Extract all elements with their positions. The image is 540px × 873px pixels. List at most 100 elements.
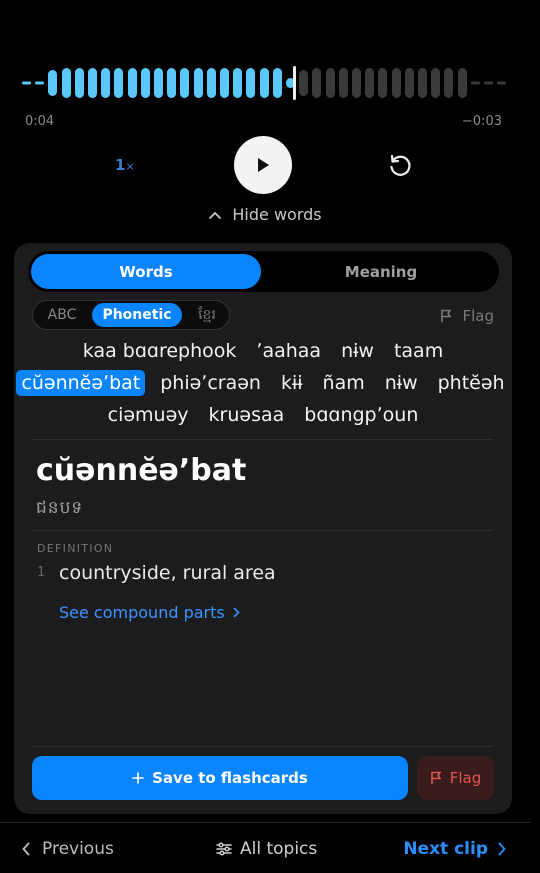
word-token[interactable]: ʼaahaa <box>251 338 326 364</box>
word-token[interactable]: ñam <box>318 370 370 396</box>
selected-word-title: cŭənnĕəʼbat <box>36 453 247 488</box>
hide-words-toggle[interactable]: Hide words <box>0 205 530 224</box>
sentence-line: cŭənnĕəʼbat phiəʼcraən kɨɨ ñam nɨw phtĕəh <box>16 367 505 399</box>
chevron-right-icon <box>498 842 506 856</box>
save-to-flashcards-button[interactable]: Save to flashcards <box>32 756 408 800</box>
divider <box>32 530 493 531</box>
plus-icon <box>132 772 144 784</box>
waveform-bar <box>497 81 507 85</box>
waveform-bar <box>22 81 31 85</box>
waveform-bar <box>127 68 137 98</box>
waveform-bar <box>470 81 480 85</box>
waveform-bar <box>180 68 190 98</box>
divider <box>32 439 493 440</box>
flag-word-button[interactable]: Flag <box>417 756 494 800</box>
word-token[interactable]: nɨw <box>336 338 379 364</box>
word-token-selected[interactable]: cŭənnĕəʼbat <box>16 370 146 396</box>
word-token[interactable]: phtĕəh <box>433 370 510 396</box>
play-button[interactable] <box>234 136 292 194</box>
compound-label: See compound parts <box>59 603 225 622</box>
waveform-bar <box>418 68 427 98</box>
play-icon <box>258 158 269 172</box>
waveform-bar <box>391 68 401 98</box>
flag-word-label: Flag <box>449 769 482 787</box>
word-token[interactable]: kruəsaa <box>204 402 290 428</box>
previous-label: Previous <box>42 839 114 859</box>
waveform-bar <box>259 68 269 98</box>
tab-words[interactable]: Words <box>31 254 261 289</box>
words-card: Words Meaning ABC Phonetic ខ្មែរ Flag ka… <box>14 243 512 814</box>
waveform-bar <box>272 68 282 98</box>
waveform-bar <box>246 68 256 98</box>
flag-icon <box>430 771 442 784</box>
replay-button[interactable] <box>386 151 414 179</box>
waveform-bar <box>220 68 229 98</box>
words-meaning-tabs: Words Meaning <box>28 251 499 292</box>
waveform-bar <box>457 68 467 98</box>
sliders-icon <box>216 842 232 856</box>
previous-button[interactable]: Previous <box>22 839 114 859</box>
remaining-time: −0:03 <box>461 114 502 129</box>
divider <box>32 746 493 747</box>
sentence-line: kaa bɑɑrephook ʼaahaa nɨw taam <box>28 335 498 367</box>
word-token[interactable]: ciəmuəy <box>103 402 194 428</box>
waveform-bar <box>378 68 388 98</box>
see-compound-parts-link[interactable]: See compound parts <box>59 603 240 622</box>
waveform-bar <box>140 68 150 98</box>
playback-speed-button[interactable]: 1× <box>115 156 135 174</box>
definition-text: countryside, rural area <box>59 562 276 584</box>
audio-waveform[interactable] <box>22 66 507 100</box>
chevron-up-icon <box>209 211 222 219</box>
all-topics-button[interactable]: All topics <box>216 839 317 859</box>
word-token[interactable]: kɨɨ <box>276 370 308 396</box>
waveform-bar <box>352 68 361 98</box>
all-topics-label: All topics <box>240 839 318 859</box>
script-option-khmer[interactable]: ខ្មែរ <box>187 303 227 327</box>
waveform-bar <box>193 68 203 98</box>
script-option-abc[interactable]: ABC <box>37 303 87 327</box>
chevron-left-icon <box>22 842 30 856</box>
waveform-bar <box>61 68 71 98</box>
waveform-bar <box>206 68 216 98</box>
script-toggle: ABC Phonetic ខ្មែរ <box>32 300 230 330</box>
word-token[interactable]: nɨw <box>380 370 423 396</box>
waveform-bar <box>404 68 414 98</box>
elapsed-time: 0:04 <box>25 114 55 129</box>
flag-sentence-button[interactable]: Flag <box>440 307 494 325</box>
flag-label: Flag <box>462 307 494 325</box>
playhead[interactable] <box>293 66 297 100</box>
sentence-line: ciəmuəy kruəsaa bɑɑngpʼoun <box>28 399 498 431</box>
definition-number: 1 <box>37 565 46 580</box>
sentence-words: kaa bɑɑrephook ʼaahaa nɨw taam cŭənnĕəʼbat ph… <box>16 335 505 431</box>
waveform-bar <box>444 68 454 98</box>
tab-meaning[interactable]: Meaning <box>266 254 496 289</box>
flag-icon <box>441 309 452 322</box>
waveform-bar <box>48 70 58 96</box>
word-token[interactable]: bɑɑngpʼoun <box>299 402 423 428</box>
next-clip-label: Next clip <box>403 839 488 859</box>
word-token[interactable]: kaa bɑɑrephook <box>78 338 242 364</box>
waveform-bar <box>88 68 97 98</box>
word-token[interactable]: taam <box>389 338 448 364</box>
waveform-bar <box>299 70 309 96</box>
hide-words-label: Hide words <box>232 205 322 224</box>
waveform-bar <box>233 68 243 98</box>
waveform-bar <box>74 68 84 98</box>
replay-icon <box>390 154 411 176</box>
definition-label: DEFINITION <box>37 542 114 555</box>
save-label: Save to flashcards <box>152 769 308 787</box>
waveform-bar <box>431 68 441 98</box>
waveform-bar <box>312 68 322 98</box>
waveform-bar <box>325 68 335 98</box>
chevron-right-icon <box>233 607 240 618</box>
word-token[interactable]: phiəʼcraən <box>155 370 266 396</box>
waveform-bar <box>167 68 177 98</box>
waveform-bar <box>365 68 375 98</box>
waveform-bar <box>154 68 163 98</box>
waveform-bar <box>338 68 348 98</box>
selected-word-khmer: ជនបទ <box>36 498 84 518</box>
script-option-phonetic[interactable]: Phonetic <box>92 303 182 327</box>
waveform-bar <box>484 81 493 85</box>
next-clip-button[interactable]: Next clip <box>403 839 506 859</box>
waveform-bar <box>114 68 124 98</box>
